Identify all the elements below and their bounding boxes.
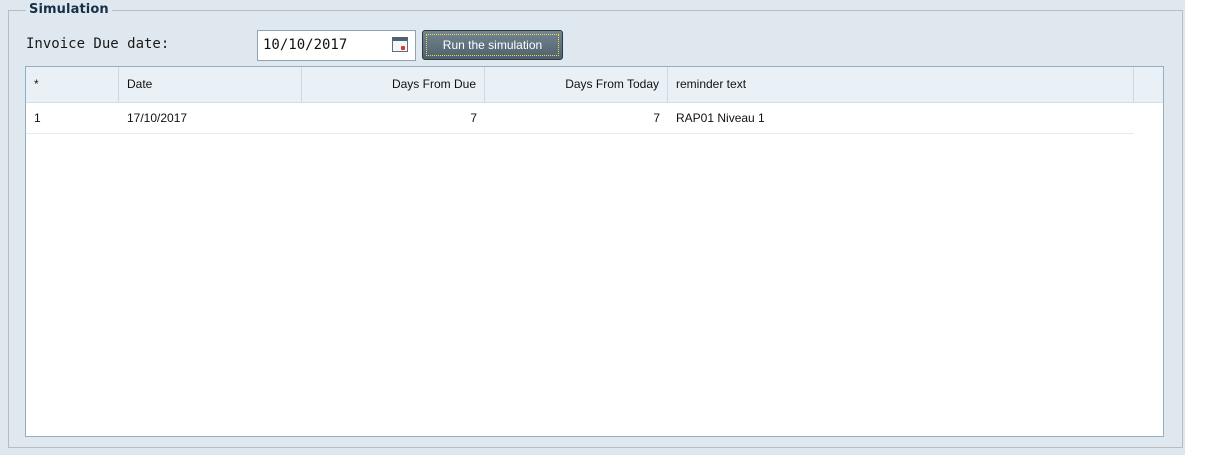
simulation-legend: Simulation <box>26 2 112 18</box>
column-header-reminder-text[interactable]: reminder text <box>668 67 1134 102</box>
invoice-due-date-field[interactable]: 10/10/2017 <box>257 30 416 61</box>
column-header-index[interactable]: * <box>26 67 119 102</box>
column-header-days-from-today[interactable]: Days From Today <box>485 67 668 102</box>
column-header-days-from-due[interactable]: Days From Due <box>302 67 485 102</box>
table-row[interactable]: 1 17/10/2017 7 7 RAP01 Niveau 1 <box>26 103 1134 134</box>
grid-header: * Date Days From Due Days From Today rem… <box>26 67 1163 103</box>
invoice-due-date-value: 10/10/2017 <box>263 37 348 53</box>
run-simulation-label: Run the simulation <box>426 34 559 56</box>
cell-reminder-text: RAP01 Niveau 1 <box>676 111 765 125</box>
cell-days-from-due: 7 <box>470 111 477 125</box>
window-edge <box>1185 0 1211 455</box>
invoice-due-date-label: Invoice Due date: <box>26 36 170 52</box>
calendar-icon[interactable] <box>392 37 408 52</box>
simulation-results-grid[interactable]: * Date Days From Due Days From Today rem… <box>25 66 1164 437</box>
cell-index: 1 <box>34 111 41 125</box>
cell-date: 17/10/2017 <box>127 111 188 125</box>
column-header-date[interactable]: Date <box>119 67 302 102</box>
cell-days-from-today: 7 <box>653 111 660 125</box>
run-simulation-button[interactable]: Run the simulation <box>422 30 563 60</box>
